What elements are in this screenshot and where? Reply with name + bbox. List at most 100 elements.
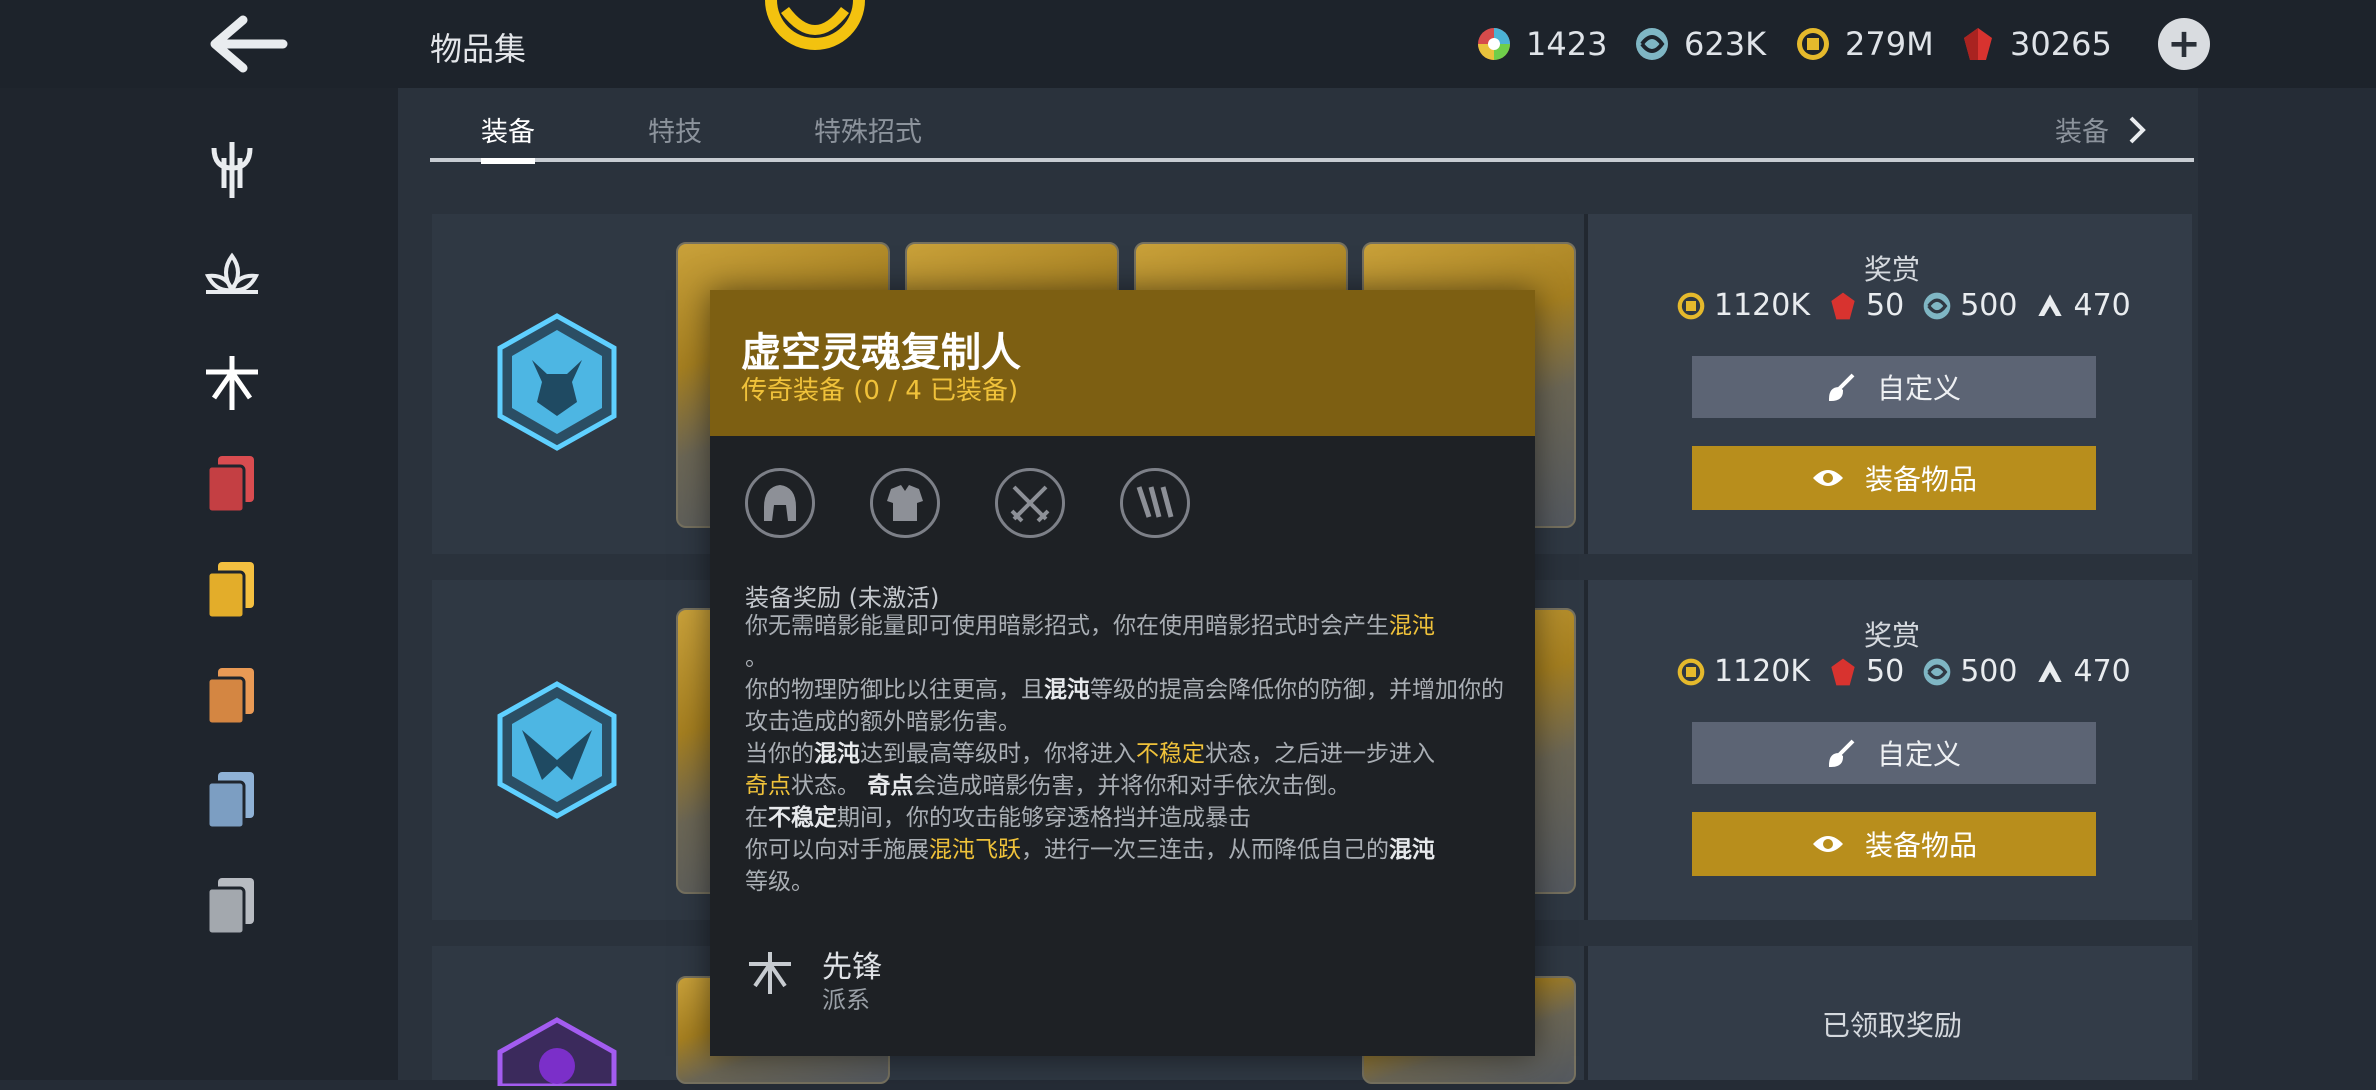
tab-underline: [430, 158, 2194, 162]
popup-subtitle: 传奇装备 (0 / 4 已装备): [741, 376, 1019, 406]
ruby-gem-icon: [1831, 292, 1855, 319]
customize-button-label: 自定义: [1876, 372, 1961, 405]
currency-gold-value: 279M: [1845, 25, 1934, 63]
reward-gems: 50: [1866, 654, 1905, 689]
reward-values: 1120K 50 500 470: [1676, 654, 2149, 689]
kunai-slot-icon[interactable]: [1120, 468, 1190, 538]
bonus-heading: 装备奖励 (未激活): [745, 584, 940, 612]
gold-coin-icon: [1677, 292, 1705, 319]
multicolor-orb-icon: [1478, 28, 1510, 60]
chevron-right-icon: [2129, 116, 2146, 144]
sidebar-yellow-cards-icon[interactable]: [200, 558, 264, 622]
bonus-text: 你的物理防御比以往更高，且: [745, 677, 1044, 703]
currency-orbs: 1423: [1476, 22, 1607, 66]
bonus-text: 会造成暗影伤害，并将你和对手依次击倒。: [913, 773, 1351, 799]
row-divider: [1584, 214, 1588, 554]
tab-next[interactable]: 装备: [2055, 110, 2148, 149]
set-emblem-lynx-icon[interactable]: [492, 312, 622, 456]
keyword-oddpoint: 奇点: [745, 773, 791, 799]
equip-items-button[interactable]: 装备物品: [1692, 446, 2096, 510]
sidebar-blue-cards-icon[interactable]: [200, 768, 264, 832]
bonus-text: 你无需暗影能量即可使用暗影招式，你在使用暗影招式时会产生: [745, 613, 1389, 639]
bonus-text: ，进行一次三连击，从而降低自己的: [1021, 837, 1389, 863]
triforce-shard-icon: [2038, 293, 2063, 316]
tab-next-label: 装备: [2055, 117, 2109, 148]
helmet-slot-icon[interactable]: [745, 468, 815, 538]
armor-slot-icon[interactable]: [870, 468, 940, 538]
triforce-shard-icon: [2038, 659, 2063, 682]
set-emblem-purple-icon[interactable]: [492, 1016, 622, 1090]
bonus-description: 你无需暗影能量即可使用暗影招式，你在使用暗影招式时会产生混沌。 你的物理防御比以…: [745, 610, 1505, 898]
keyword-chaos: 混沌: [814, 741, 860, 767]
spirit-swirl-icon: [1923, 658, 1951, 685]
sidebar-vanguard-icon[interactable]: [200, 350, 264, 414]
tab-special-moves[interactable]: 特殊招式: [814, 110, 922, 149]
reward-label: 奖赏: [1863, 619, 1920, 652]
currency-gems: 30265: [1960, 22, 2112, 66]
bonus-text: 期间，你的攻击能够穿透格挡并造成暴击: [837, 805, 1251, 831]
customize-button[interactable]: 自定义: [1692, 356, 2096, 418]
keyword-chaos: 混沌: [1044, 677, 1090, 703]
sidebar-red-cards-icon[interactable]: [200, 452, 264, 516]
reward-coins: 1120K: [1714, 654, 1811, 689]
eye-icon: [1812, 836, 1843, 852]
row-divider: [1584, 946, 1588, 1080]
reward-coins: 1120K: [1714, 288, 1811, 323]
sidebar-lotus-icon[interactable]: [200, 246, 264, 310]
reward-spirit: 500: [1960, 654, 2018, 689]
bonus-text: 在: [745, 805, 768, 831]
tab-active-indicator: [481, 158, 535, 164]
reward-shards: 470: [2073, 288, 2131, 323]
currency-orbs-value: 1423: [1526, 25, 1608, 63]
add-currency-button[interactable]: +: [2158, 18, 2210, 70]
bonus-text: 等级。: [745, 869, 814, 895]
reward-label: 奖赏: [1863, 253, 1920, 286]
row-divider: [1584, 580, 1588, 920]
reward-gems: 50: [1866, 288, 1905, 323]
spirit-swirl-icon: [1636, 28, 1668, 60]
set-emblem-void-icon[interactable]: [492, 680, 622, 824]
reward-values: 1120K 50 500 470: [1676, 288, 2149, 323]
sidebar-orange-cards-icon[interactable]: [200, 664, 264, 728]
swords-slot-icon[interactable]: [995, 468, 1065, 538]
gold-coin-icon: [1797, 28, 1829, 60]
equip-items-button-label: 装备物品: [1864, 463, 1977, 496]
set-detail-popup: 虚空灵魂复制人 传奇装备 (0 / 4 已装备) 装备奖励 (未激活) 你无需暗…: [710, 290, 1535, 1056]
equip-items-button[interactable]: 装备物品: [1692, 812, 2096, 876]
bonus-text: 达到最高等级时，你将进入: [860, 741, 1136, 767]
currency-gold: 279M: [1795, 22, 1934, 66]
bonus-text: 。: [745, 645, 768, 671]
bonus-text: 当你的: [745, 741, 814, 767]
keyword-chaos-leap: 混沌飞跃: [929, 837, 1021, 863]
customize-button[interactable]: 自定义: [1692, 722, 2096, 784]
bonus-text: 你可以向对手施展: [745, 837, 929, 863]
ruby-gem-icon: [1831, 658, 1855, 685]
sidebar-trident-icon[interactable]: [200, 138, 264, 202]
bonus-text: 状态，之后进一步进入: [1205, 741, 1435, 767]
ruby-gem-icon: [1964, 28, 1992, 60]
reward-spirit: 500: [1960, 288, 2018, 323]
eye-icon: [1812, 470, 1843, 486]
keyword-chaos: 混沌: [1389, 613, 1435, 639]
keyword-oddpoint: 奇点: [867, 773, 914, 799]
keyword-unstable: 不稳定: [1136, 741, 1205, 767]
gold-coin-icon: [1677, 658, 1705, 685]
faction-vanguard-icon: [745, 950, 795, 1000]
keyword-chaos: 混沌: [1389, 837, 1435, 863]
tab-equipment[interactable]: 装备: [481, 110, 535, 149]
customize-button-label: 自定义: [1876, 738, 1961, 771]
currency-spirit-value: 623K: [1684, 25, 1767, 63]
back-arrow-icon[interactable]: [205, 14, 295, 74]
currency-spirit: 623K: [1634, 22, 1766, 66]
faction-label: 派系: [822, 986, 870, 1014]
brush-icon: [1828, 373, 1855, 402]
rewards-claimed-label: 已领取奖励: [1821, 1009, 1962, 1042]
sidebar-gray-cards-icon[interactable]: [200, 874, 264, 938]
currency-gems-value: 30265: [2010, 25, 2112, 63]
emblem-logo-icon: [755, 0, 875, 60]
brush-icon: [1828, 739, 1855, 768]
page-title: 物品集: [430, 30, 527, 68]
spirit-swirl-icon: [1923, 292, 1951, 319]
bonus-text: 状态。: [791, 773, 860, 799]
tab-skills[interactable]: 特技: [648, 110, 702, 149]
